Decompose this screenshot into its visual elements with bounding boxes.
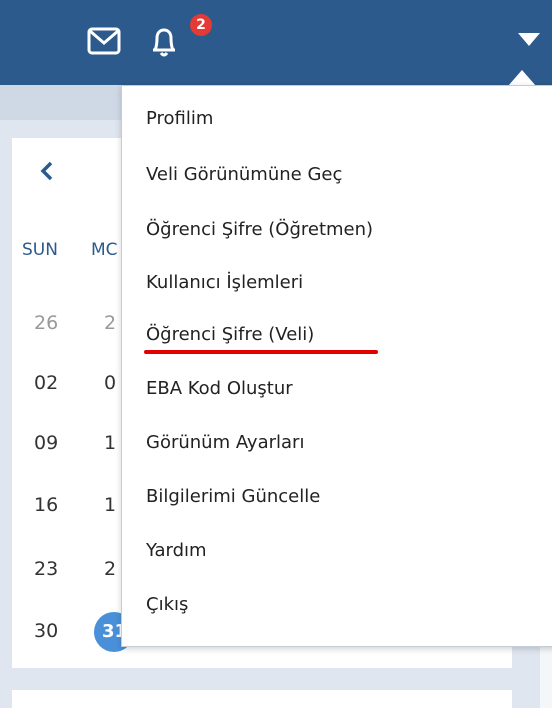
calendar-day[interactable]: 0 — [104, 372, 116, 394]
mail-icon[interactable] — [87, 26, 121, 56]
menu-item-ogrenci-sifre-ogretmen[interactable]: Öğrenci Şifre (Öğretmen) — [146, 219, 373, 240]
highlight-underline — [144, 350, 378, 354]
calendar-day[interactable]: 1 — [104, 494, 116, 516]
menu-item-gorunum-ayarlari[interactable]: Görünüm Ayarları — [146, 432, 304, 453]
dow-mon: MC — [91, 240, 118, 260]
calendar-day[interactable]: 2 — [104, 312, 116, 334]
calendar-day[interactable]: 02 — [34, 372, 58, 394]
calendar-day[interactable]: 26 — [34, 312, 58, 334]
dow-sun: SUN — [22, 240, 58, 260]
menu-item-eba-kod[interactable]: EBA Kod Oluştur — [146, 378, 293, 399]
menu-item-profilim[interactable]: Profilim — [146, 108, 213, 129]
calendar-day[interactable]: 16 — [34, 494, 58, 516]
user-dropdown-menu: Profilim Veli Görünümüne Geç Öğrenci Şif… — [121, 85, 552, 647]
menu-item-veli-gorunumu[interactable]: Veli Görünümüne Geç — [146, 164, 342, 185]
menu-pointer — [508, 70, 536, 86]
calendar-footer — [12, 690, 512, 708]
menu-item-ogrenci-sifre-veli[interactable]: Öğrenci Şifre (Veli) — [146, 324, 314, 345]
menu-item-cikis[interactable]: Çıkış — [146, 594, 188, 615]
calendar-day[interactable]: 2 — [104, 558, 116, 580]
notification-badge: 2 — [190, 14, 212, 36]
calendar-day[interactable]: 09 — [34, 432, 58, 454]
menu-item-kullanici-islemleri[interactable]: Kullanıcı İşlemleri — [146, 272, 303, 293]
menu-item-bilgilerimi-guncelle[interactable]: Bilgilerimi Güncelle — [146, 486, 320, 507]
menu-item-yardim[interactable]: Yardım — [146, 540, 207, 561]
top-navbar: 2 — [0, 0, 552, 85]
calendar-day[interactable]: 30 — [34, 620, 58, 642]
caret-down-icon[interactable] — [516, 30, 542, 48]
bell-icon[interactable] — [145, 22, 183, 60]
calendar-day[interactable]: 1 — [104, 432, 116, 454]
chevron-left-icon[interactable] — [38, 159, 56, 183]
calendar-day[interactable]: 23 — [34, 558, 58, 580]
